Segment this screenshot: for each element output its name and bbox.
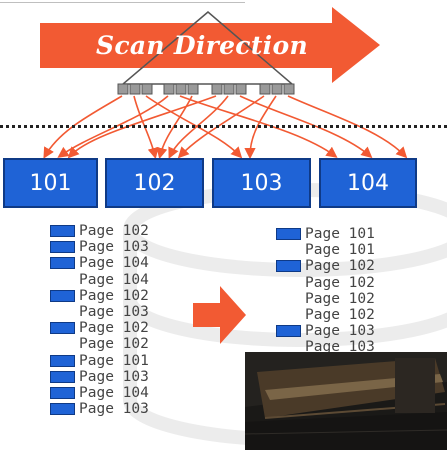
list-item: Page 103 <box>50 369 190 385</box>
page-marker-icon <box>276 260 301 273</box>
list-item: Page 102 <box>276 307 416 323</box>
page-marker-icon <box>50 225 75 237</box>
page-marker-icon <box>276 325 301 338</box>
list-item-label: Page 102 <box>305 274 375 291</box>
list-item-label: Page 104 <box>79 255 149 272</box>
page-box-104: 104 <box>319 158 417 208</box>
page-marker-icon <box>50 241 75 254</box>
list-item: Page 102 <box>50 288 190 304</box>
list-item-label: Page 102 <box>79 336 149 353</box>
list-item-label: Page 102 <box>79 287 149 304</box>
list-item-label: Page 101 <box>305 226 375 242</box>
list-item: Page 101 <box>50 353 190 369</box>
list-item: Page 101 <box>276 242 416 258</box>
list-item: Page 102 <box>276 291 416 307</box>
list-item-label: Page 104 <box>79 271 149 288</box>
leaf-separator <box>0 125 447 128</box>
page-box-103: 103 <box>212 158 311 208</box>
list-item: Page 102 <box>276 275 416 291</box>
page-box-102: 102 <box>105 158 204 208</box>
list-item-label: Page 102 <box>79 320 149 337</box>
unsorted-page-list: Page 102 Page 103 Page 104 Page 104 Page 102… <box>50 223 190 417</box>
page-marker-icon <box>50 370 75 383</box>
list-item: Page 102 <box>50 223 190 239</box>
scan-direction-label: Scan Direction <box>96 31 308 60</box>
list-item-label: Page 102 <box>305 290 375 307</box>
transform-arrow <box>193 286 246 344</box>
page-marker-icon <box>50 289 75 302</box>
list-item-label: Page 103 <box>79 303 149 320</box>
video-frame <box>245 352 447 450</box>
index-node-keys <box>117 83 295 95</box>
list-item-label: Page 102 <box>79 223 149 239</box>
slide-canvas: Scan Direction 101 102 103 104 Page 102 P… <box>0 0 447 450</box>
list-item: Page 104 <box>50 255 190 271</box>
presenter-video <box>245 352 447 450</box>
list-item-label: Page 102 <box>305 306 375 323</box>
list-item: Page 102 <box>276 258 416 274</box>
list-item: Page 104 <box>50 272 190 288</box>
page-marker-icon <box>50 322 75 335</box>
list-item: Page 103 <box>50 401 190 417</box>
page-marker-icon <box>50 257 75 270</box>
list-item-label: Page 103 <box>79 368 149 385</box>
list-item: Page 103 <box>50 239 190 255</box>
list-item: Page 104 <box>50 385 190 401</box>
list-item-label: Page 101 <box>79 352 149 369</box>
list-item-label: Page 103 <box>79 401 149 418</box>
list-item: Page 103 <box>50 304 190 320</box>
sorted-page-list: Page 101 Page 101 Page 102 Page 102 Page 102… <box>276 226 416 356</box>
list-item: Page 102 <box>50 336 190 352</box>
list-item-label: Page 101 <box>305 242 375 259</box>
list-item: Page 103 <box>276 323 416 339</box>
list-item: Page 101 <box>276 226 416 242</box>
page-marker-icon <box>50 386 75 399</box>
page-marker-icon <box>50 354 75 367</box>
list-item-label: Page 103 <box>79 239 149 256</box>
page-box-101: 101 <box>3 158 98 208</box>
list-item: Page 102 <box>50 320 190 336</box>
page-marker-icon <box>50 403 75 416</box>
list-item-label: Page 104 <box>79 384 149 401</box>
page-marker-icon <box>276 228 301 240</box>
list-item-label: Page 103 <box>305 323 375 340</box>
list-item-label: Page 102 <box>305 258 375 275</box>
